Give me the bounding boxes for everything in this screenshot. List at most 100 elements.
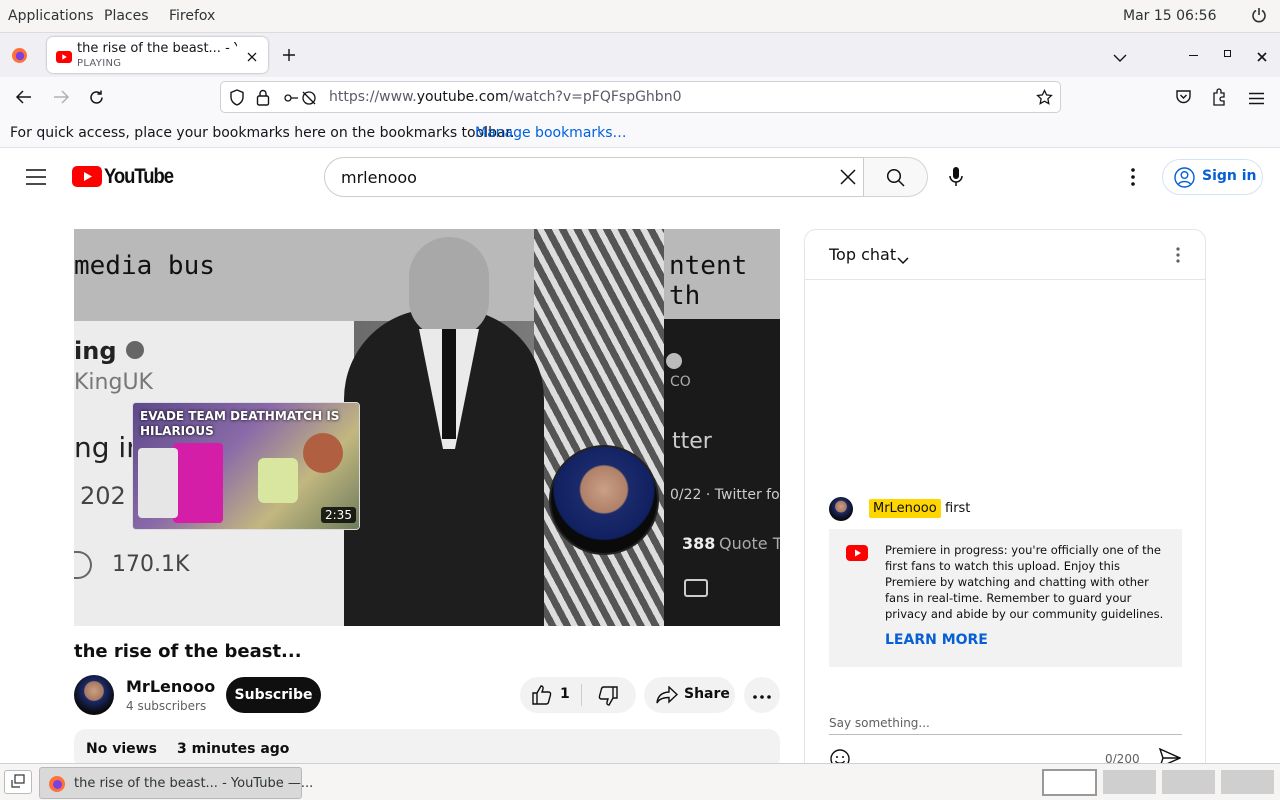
upload-time: 3 minutes ago [177,741,290,757]
more-options-icon[interactable] [1131,168,1135,190]
chevron-down-icon[interactable] [897,250,909,269]
chat-message-text: first [945,501,971,516]
manage-bookmarks-link[interactable]: Manage bookmarks… [475,125,627,141]
overlay-text: 202 [80,482,126,510]
pill-divider [581,684,582,706]
pocket-icon[interactable] [1175,89,1192,109]
bookmark-star-icon[interactable] [1036,88,1053,110]
subscriber-count: 4 subscribers [126,699,207,713]
more-actions-button[interactable] [744,677,780,713]
search-query[interactable]: mrlenooo [341,168,417,187]
firefox-taskbar-icon [48,775,66,797]
close-window-icon[interactable] [1256,48,1268,67]
tie-figure [442,329,456,439]
overlay-text: Quote T [719,534,780,553]
show-desktop-icon [11,774,25,788]
channel-avatar[interactable] [74,675,114,715]
back-arrow-icon[interactable] [15,89,33,109]
share-icon [656,685,679,708]
show-desktop-button[interactable] [4,770,32,794]
workspace-3[interactable] [1162,770,1215,794]
permissions-icon[interactable] [283,90,317,110]
bookmarks-toolbar: For quick access, place your bookmarks h… [0,119,1280,148]
system-top-bar: Applications Places Firefox Mar 15 06:56 [0,0,1280,33]
close-tab-icon[interactable] [246,48,258,67]
dislike-button-icon[interactable] [598,686,618,710]
chat-input[interactable]: Say something... [829,716,930,730]
share-button[interactable]: Share [644,677,735,713]
roblox-figure-magenta [173,443,223,523]
verified-icon [666,353,682,369]
shield-icon[interactable] [229,89,245,110]
firefox-menu[interactable]: Firefox [169,8,215,24]
overlay-text: CO [670,374,691,390]
power-icon[interactable] [1251,7,1267,27]
view-count: No views [86,741,157,757]
endscreen-title: EVADE TEAM DEATHMATCH IS HILARIOUS [140,409,340,438]
more-horizontal-icon [753,687,771,703]
workspace-4[interactable] [1221,770,1274,794]
face-figure [409,237,489,337]
clear-search-icon[interactable] [839,168,857,190]
microphone-icon[interactable] [949,166,963,191]
applications-menu[interactable]: Applications [8,8,94,24]
roblox-figure-yellow [258,458,298,503]
premiere-notice-text: Premiere in progress: you're officially … [885,543,1164,621]
search-input[interactable]: mrlenooo [324,157,864,197]
youtube-logo-text[interactable]: YouTube [104,165,174,189]
endscreen-duration: 2:35 [321,507,356,523]
guide-menu-icon[interactable] [26,169,46,189]
taskbar: the rise of the beast... - YouTube —... [0,763,1280,800]
endscreen-video-card[interactable]: EVADE TEAM DEATHMATCH IS HILARIOUS 2:35 [132,402,360,530]
staircase [534,229,664,626]
chat-author-badge[interactable]: MrLenooo [869,499,941,518]
forward-arrow-icon[interactable] [52,89,70,109]
maximize-icon[interactable] [1224,50,1231,57]
overlay-text: 170.1K [112,552,190,577]
overlay-text: KingUK [74,370,153,395]
workspace-2[interactable] [1103,770,1156,794]
reload-icon[interactable] [88,89,105,110]
learn-more-link[interactable]: LEARN MORE [885,632,988,648]
lock-icon[interactable] [256,89,270,110]
extensions-icon[interactable] [1211,88,1228,110]
clock[interactable]: Mar 15 06:56 [1123,8,1216,24]
places-menu[interactable]: Places [104,8,149,24]
chat-header: Top chat [805,230,1205,280]
new-tab-icon[interactable] [281,47,297,67]
overlay-text: 388 [682,534,716,553]
url-text[interactable]: https://www.youtube.com/watch?v=pFQFspGh… [329,89,681,105]
channel-watermark-avatar[interactable] [549,445,659,555]
account-icon [1174,167,1195,192]
video-title: the rise of the beast... [74,641,302,662]
like-count[interactable]: 1 [560,686,570,702]
workspace-1[interactable] [1042,769,1097,796]
premiere-notice: Premiere in progress: you're officially … [829,529,1182,667]
taskbar-firefox-window[interactable]: the rise of the beast... - YouTube —... [39,767,313,799]
channel-name[interactable]: MrLenooo [126,677,215,696]
search-icon [886,168,905,191]
top-chat-selector[interactable]: Top chat [829,245,896,264]
chat-input-underline [829,734,1182,735]
list-tabs-chevron-icon[interactable] [1113,48,1127,67]
chat-author-avatar[interactable] [829,497,853,521]
chat-more-options-icon[interactable] [1176,247,1180,267]
url-bar[interactable]: https://www.youtube.com/watch?v=pFQFspGh… [220,81,1061,113]
firefox-icon[interactable] [11,47,28,68]
tab-active[interactable]: the rise of the beast... - YouTube PLAYI… [47,37,268,73]
live-chat-panel: Top chat MrLenooo first Premiere in prog… [804,229,1206,789]
subscribe-button[interactable]: Subscribe [226,677,321,713]
hamburger-menu-icon[interactable] [1249,90,1264,109]
youtube-favicon-icon [56,48,72,67]
tweet-panel-right [664,319,780,626]
minimize-icon[interactable] [1189,55,1198,56]
search-button[interactable] [864,157,928,197]
overlay-text: ing [74,337,117,365]
overlay-text: ntent th [669,251,748,311]
like-dislike-group: 1 [520,677,636,713]
sign-in-button[interactable]: Sign in [1162,159,1263,195]
overlay-text: 0/22 · Twitter fo [670,487,780,503]
like-button-icon[interactable] [532,685,552,709]
roblox-figure-white [138,448,178,518]
youtube-logo[interactable] [72,166,102,191]
